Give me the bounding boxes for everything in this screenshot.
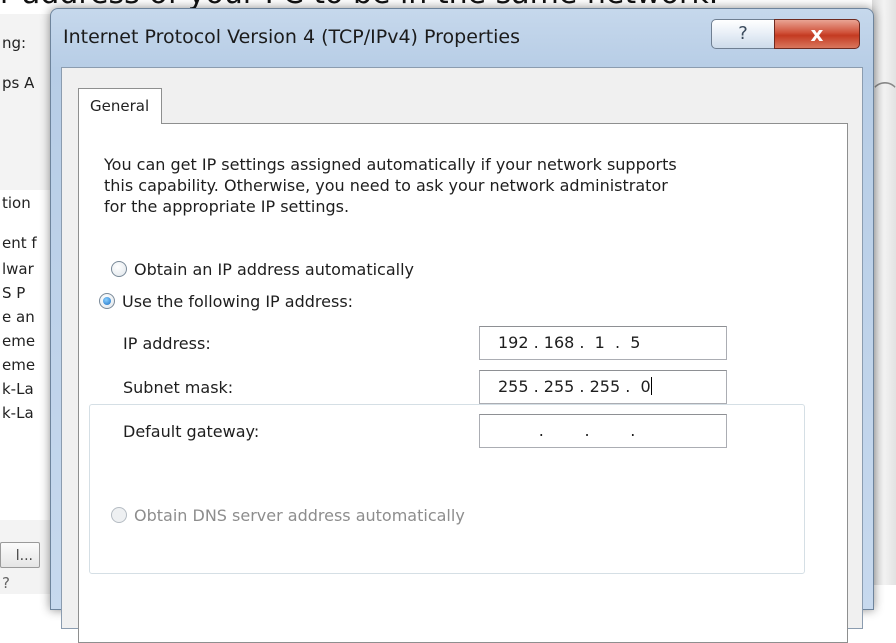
dialog-title: Internet Protocol Version 4 (TCP/IPv4) P…	[63, 26, 521, 48]
general-tab-page: You can get IP settings assigned automat…	[78, 123, 848, 643]
obtain-dns-auto-radio[interactable]: Obtain DNS server address automatically	[111, 506, 465, 525]
bg-list: tion ent f lwar S P e an eme eme k-La k-…	[0, 190, 53, 520]
obtain-ip-auto-radio[interactable]: Obtain an IP address automatically	[111, 260, 414, 279]
subnet-mask-label: Subnet mask:	[123, 378, 234, 397]
radio-label: Obtain DNS server address automatically	[134, 506, 465, 525]
bg-label: ent f	[2, 234, 37, 252]
bg-label: k-La	[2, 404, 34, 422]
radio-disabled-icon	[111, 507, 127, 523]
bg-label: k-La	[2, 380, 34, 398]
bg-label: eme	[2, 332, 36, 350]
ip-address-label: IP address:	[123, 334, 211, 353]
default-gateway-label: Default gateway:	[123, 422, 260, 441]
bg-label: ps A	[2, 74, 35, 92]
bg-label: tion	[2, 194, 31, 212]
help-button[interactable]: ?	[711, 19, 775, 49]
radio-label: Obtain an IP address automatically	[134, 260, 415, 279]
bg-label: lwar	[2, 260, 34, 278]
dialog-body: General You can get IP settings assigned…	[61, 67, 863, 643]
subnet-mask-value: 255 . 255 . 255 . 0	[498, 377, 651, 396]
bg-label: ng:	[2, 34, 27, 52]
bg-label: S P	[2, 284, 26, 302]
subnet-mask-field[interactable]: 255 . 255 . 255 . 0	[479, 370, 727, 404]
corner-icon: ⌒	[874, 82, 896, 107]
tab-general[interactable]: General	[78, 88, 162, 124]
radio-unchecked-icon	[111, 261, 127, 277]
default-gateway-field[interactable]: . . .	[479, 414, 727, 448]
radio-checked-icon	[99, 293, 115, 309]
description-text: You can get IP settings assigned automat…	[104, 155, 677, 216]
help-icon: ?	[738, 23, 748, 44]
use-following-ip-radio[interactable]: Use the following IP address:	[99, 292, 359, 311]
bg-label: eme	[2, 356, 36, 374]
bg-label: ?	[2, 574, 10, 592]
close-button[interactable]: x	[774, 19, 860, 49]
ip-address-field[interactable]: 192 . 168 . 1 . 5	[479, 326, 727, 360]
radio-label: Use the following IP address:	[122, 292, 354, 311]
bg-button[interactable]: l...	[0, 542, 40, 568]
bg-label: e an	[2, 308, 35, 326]
ipv4-properties-dialog: Internet Protocol Version 4 (TCP/IPv4) P…	[50, 8, 874, 643]
close-icon: x	[810, 22, 824, 46]
text-caret	[650, 377, 652, 395]
